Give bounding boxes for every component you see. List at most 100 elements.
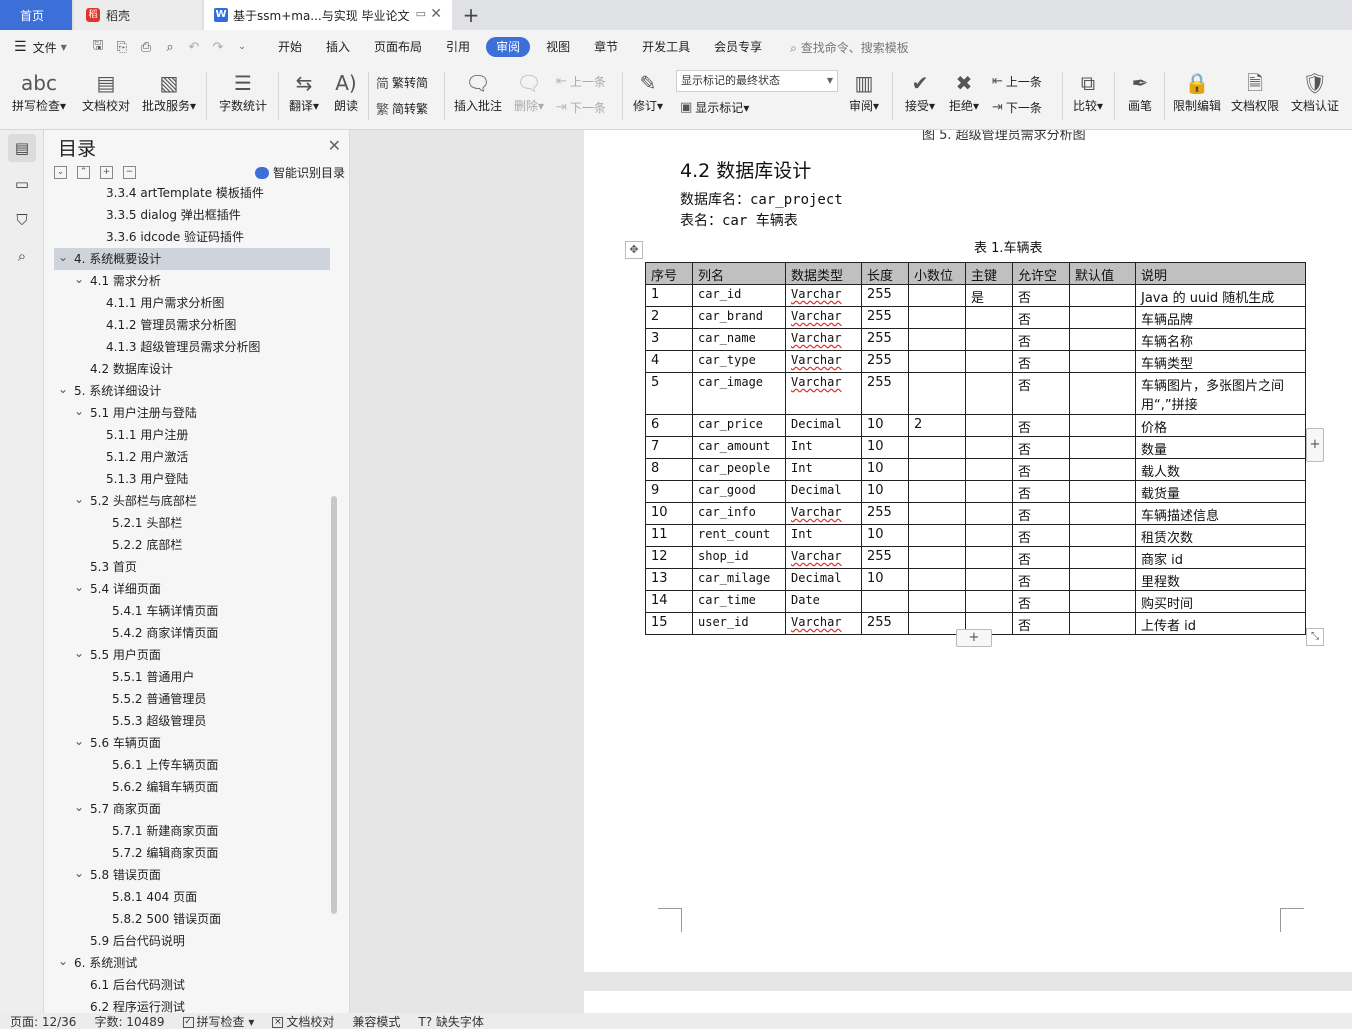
file-menu[interactable]: ☰ 文件 ▼ [0, 39, 86, 56]
chapter-nav-icon[interactable]: ▭ [8, 170, 36, 198]
simplified-to-traditional-button[interactable]: 繁简转繁 [376, 99, 428, 118]
read-aloud-button[interactable]: A) 朗读 [328, 68, 364, 114]
delete-comment-button[interactable]: 🗨 删除▾ [508, 68, 550, 114]
menu-chapter[interactable]: 章节 [582, 37, 630, 57]
redo-icon[interactable]: ↷ [206, 40, 230, 55]
toc-item[interactable]: 5.8.1 404 页面 [44, 886, 344, 908]
toc-item[interactable]: 4.2 数据库设计 [44, 358, 344, 380]
proofread-status[interactable]: × 文档校对 [272, 1013, 334, 1029]
missing-font-indicator[interactable]: T? 缺失字体 [418, 1013, 484, 1029]
next-change-button[interactable]: ⇥ 下一条 [992, 99, 1042, 116]
toc-item[interactable]: 3.3.6 idcode 验证码插件 [44, 226, 344, 248]
toc-item[interactable]: 4.1.3 超级管理员需求分析图 [44, 336, 344, 358]
tab-daoke[interactable]: 稻稻壳 [74, 0, 202, 30]
doc-permission-button[interactable]: 🗎 文档权限 [1228, 68, 1282, 114]
reject-button[interactable]: ✖ 拒绝▾ [944, 68, 984, 114]
pen-button[interactable]: ✒ 画笔 [1120, 68, 1160, 114]
save-icon[interactable]: 🖫 [86, 36, 110, 58]
toc-item[interactable]: ⌄ 5.2 头部栏与底部栏 [44, 490, 344, 512]
chevron-down-icon[interactable]: ⌄ [58, 378, 68, 400]
menu-view[interactable]: 视图 [534, 37, 582, 57]
toc-item[interactable]: ⌄ 5.7 商家页面 [44, 798, 344, 820]
toc-item[interactable]: ⌄ 5.5 用户页面 [44, 644, 344, 666]
toc-item[interactable]: ⌄ 5.6 车辆页面 [44, 732, 344, 754]
tab-document[interactable]: W 基于ssm+ma...与实现 毕业论文 ▭ ✕ [204, 0, 452, 30]
command-search[interactable]: ⌕ 查找命令、搜索模板 [790, 39, 909, 56]
spell-check-button[interactable]: abc 拼写检查▾ [8, 68, 70, 114]
add-row-button[interactable]: + [956, 629, 992, 647]
toc-item[interactable]: 5.8.2 500 错误页面 [44, 908, 344, 930]
page-indicator[interactable]: 页面: 12/36 [10, 1013, 76, 1029]
chevron-down-icon[interactable]: ⌄ [74, 730, 84, 752]
close-icon[interactable]: ✕ [328, 136, 341, 155]
toc-nav-icon[interactable]: ▤ [8, 134, 36, 162]
chevron-down-icon[interactable]: ⌄ [74, 488, 84, 510]
prev-change-button[interactable]: ⇤ 上一条 [992, 73, 1042, 90]
chevron-down-icon[interactable]: ⌄ [74, 642, 84, 664]
markup-state-select[interactable]: 显示标记的最终状态 ▼ [676, 70, 838, 92]
menu-start[interactable]: 开始 [266, 37, 314, 57]
toc-item[interactable]: 4.1.2 管理员需求分析图 [44, 314, 344, 336]
toc-item[interactable]: 3.3.4 artTemplate 模板插件 [44, 182, 344, 204]
toc-item[interactable]: ⌄ 4. 系统概要设计 [54, 248, 330, 270]
menu-insert[interactable]: 插入 [314, 37, 362, 57]
menu-developer[interactable]: 开发工具 [630, 37, 702, 57]
compare-button[interactable]: ⧉ 比较▾ [1068, 68, 1108, 114]
toc-item[interactable]: ⌄ 4.1 需求分析 [44, 270, 344, 292]
translate-button[interactable]: ⇆ 翻译▾ [284, 68, 324, 114]
quick-access-chevron-icon[interactable]: ⌄ [230, 42, 254, 52]
toc-item[interactable]: 5.1.2 用户激活 [44, 446, 344, 468]
toc-item[interactable]: 5.3 首页 [44, 556, 344, 578]
restrict-edit-button[interactable]: 🔒 限制编辑 [1170, 68, 1224, 114]
toc-item[interactable]: 5.7.1 新建商家页面 [44, 820, 344, 842]
table-resize-handle-icon[interactable]: ⤡ [1306, 628, 1324, 646]
word-count-indicator[interactable]: 字数: 10489 [94, 1013, 164, 1029]
doc-auth-button[interactable]: 🛡 文档认证 [1288, 68, 1342, 114]
toc-item[interactable]: 3.3.5 dialog 弹出框插件 [44, 204, 344, 226]
bookmark-icon[interactable]: ⛉ [8, 206, 36, 234]
chevron-down-icon[interactable]: ⌄ [58, 950, 68, 972]
toc-item[interactable]: ⌄ 5.8 错误页面 [44, 864, 344, 886]
review-pane-button[interactable]: ▥ 审阅▾ [844, 68, 884, 114]
toc-scrollbar[interactable] [331, 496, 337, 914]
annotate-service-button[interactable]: ▧ 批改服务▾ [138, 68, 200, 114]
toc-item[interactable]: 5.5.3 超级管理员 [44, 710, 344, 732]
close-tab-icon[interactable]: ✕ [430, 6, 442, 22]
toc-item[interactable]: 4.1.1 用户需求分析图 [44, 292, 344, 314]
toc-item[interactable]: 5.4.2 商家详情页面 [44, 622, 344, 644]
chevron-down-icon[interactable]: ⌄ [74, 796, 84, 818]
new-tab-button[interactable]: + [458, 0, 484, 30]
chevron-down-icon[interactable]: ⌄ [74, 576, 84, 598]
smart-toc-button[interactable]: 智能识别目录 [254, 164, 345, 181]
toc-item[interactable]: 5.5.1 普通用户 [44, 666, 344, 688]
spell-check-toggle[interactable]: ✓ 拼写检查 ▾ [182, 1013, 254, 1029]
toc-item[interactable]: 5.4.1 车辆详情页面 [44, 600, 344, 622]
print-preview-icon[interactable]: ⌕ [158, 40, 182, 55]
print-icon[interactable]: ⎙ [134, 40, 158, 55]
toc-item[interactable]: 5.9 后台代码说明 [44, 930, 344, 952]
track-changes-button[interactable]: ✎ 修订▾ [628, 68, 668, 114]
monitor-icon[interactable]: ▭ [416, 7, 426, 20]
toc-item[interactable]: 5.6.1 上传车辆页面 [44, 754, 344, 776]
toc-item[interactable]: 5.5.2 普通管理员 [44, 688, 344, 710]
toc-item[interactable]: 5.7.2 编辑商家页面 [44, 842, 344, 864]
toc-item[interactable]: 5.1.3 用户登陆 [44, 468, 344, 490]
accept-button[interactable]: ✔ 接受▾ [900, 68, 940, 114]
chevron-down-icon[interactable]: ⌄ [74, 400, 84, 422]
word-count-button[interactable]: ☰ 字数统计 [214, 68, 272, 114]
chevron-down-icon[interactable]: ⌄ [74, 268, 84, 290]
export-pdf-icon[interactable]: ⎘ [110, 40, 134, 55]
menu-member[interactable]: 会员专享 [702, 37, 774, 57]
search-icon[interactable]: ⌕ [8, 242, 36, 270]
chevron-down-icon[interactable]: ⌄ [74, 862, 84, 884]
undo-icon[interactable]: ↶ [182, 40, 206, 55]
add-column-button[interactable]: + [1306, 428, 1324, 462]
collapse-all-icon[interactable]: ⌄ [54, 166, 67, 179]
remove-heading-icon[interactable]: − [123, 166, 136, 179]
table-move-handle-icon[interactable]: ✥ [625, 241, 643, 259]
toc-item[interactable]: 6.2 程序运行测试 [44, 996, 344, 1013]
toc-item[interactable]: ⌄ 5.1 用户注册与登陆 [44, 402, 344, 424]
toc-item[interactable]: ⌄ 6. 系统测试 [44, 952, 344, 974]
insert-comment-button[interactable]: 🗨 插入批注 [450, 68, 506, 114]
toc-item[interactable]: 6.1 后台代码测试 [44, 974, 344, 996]
